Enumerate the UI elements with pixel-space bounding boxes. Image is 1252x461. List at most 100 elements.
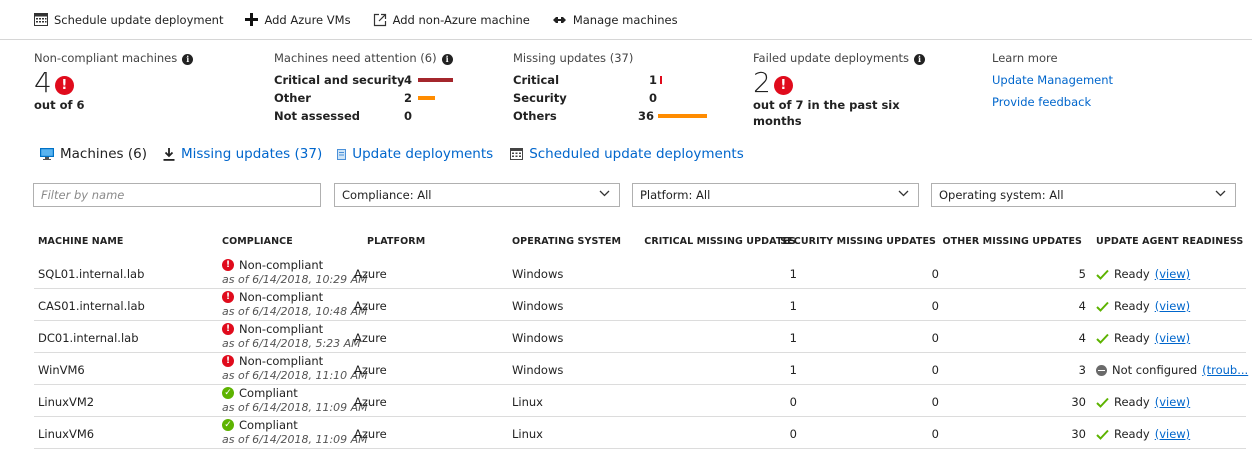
- other-missing-count: 30: [1071, 427, 1086, 441]
- failed-deployments-summary: Failed update deployments i 2! out of 7 i…: [753, 51, 925, 128]
- checkmark-icon: [1096, 397, 1109, 408]
- missing-row[interactable]: Critical 1: [513, 73, 723, 91]
- check-circle-icon: ✓: [222, 387, 234, 399]
- failed-deployments-title: Failed update deployments i: [753, 51, 925, 65]
- manage-machines-button[interactable]: Manage machines: [552, 13, 678, 27]
- agent-readiness: Ready (view): [1096, 395, 1190, 409]
- security-missing-count: 0: [931, 267, 939, 281]
- table-row[interactable]: DC01.internal.lab ! Non-compliant as of 6/1…: [34, 321, 1246, 353]
- column-header-compliance[interactable]: COMPLIANCE: [222, 236, 293, 247]
- other-missing-count: 4: [1078, 331, 1086, 345]
- security-missing-count: 0: [931, 363, 939, 377]
- checkmark-icon: [1096, 333, 1109, 344]
- download-icon: [163, 147, 175, 161]
- compliance-filter-dropdown[interactable]: Compliance: All: [334, 183, 620, 207]
- os-filter-dropdown[interactable]: Operating system: All: [931, 183, 1236, 207]
- chevron-down-icon: [599, 190, 610, 197]
- machine-name[interactable]: CAS01.internal.lab: [38, 299, 145, 313]
- provide-feedback-link[interactable]: Provide feedback: [992, 95, 1113, 109]
- os-value: Windows: [512, 299, 564, 313]
- column-header-platform[interactable]: PLATFORM: [367, 236, 425, 247]
- agent-readiness: Ready (view): [1096, 299, 1190, 313]
- attention-summary: Machines need attention (6) i Critical an…: [274, 51, 474, 131]
- critical-missing-count: 0: [789, 427, 797, 441]
- missing-bar: [660, 76, 662, 84]
- failed-deployments-count: 2!: [753, 68, 925, 98]
- platform-value: Azure: [354, 299, 387, 313]
- attention-bar: [418, 96, 435, 100]
- compliance-status: ! Non-compliant: [222, 290, 323, 304]
- info-icon[interactable]: i: [913, 54, 925, 65]
- noncompliant-title: Non-compliant machines i: [34, 51, 194, 65]
- checkmark-icon: [1096, 269, 1109, 280]
- platform-filter-dropdown[interactable]: Platform: All: [632, 183, 919, 207]
- compliance-timestamp: as of 6/14/2018, 10:48 AM: [222, 305, 368, 318]
- table-row[interactable]: LinuxVM6 ✓ Compliant as of 6/14/2018, 11:09…: [34, 417, 1246, 449]
- os-value: Linux: [512, 395, 543, 409]
- readiness-link[interactable]: (view): [1155, 299, 1190, 313]
- info-icon[interactable]: i: [182, 54, 194, 65]
- filter-name-placeholder: Filter by name: [41, 188, 125, 202]
- missing-row[interactable]: Others 36: [513, 109, 723, 127]
- readiness-link[interactable]: (view): [1155, 267, 1190, 281]
- machine-name[interactable]: LinuxVM6: [38, 427, 94, 441]
- readiness-link[interactable]: (troub...: [1202, 363, 1248, 377]
- table-row[interactable]: WinVM6 ! Non-compliant as of 6/14/2018, 11:…: [34, 353, 1248, 385]
- attention-row[interactable]: Critical and security 4: [274, 73, 474, 91]
- security-missing-count: 0: [931, 427, 939, 441]
- error-icon: !: [54, 75, 74, 95]
- calendar-icon: [34, 13, 48, 26]
- checkmark-icon: [1096, 429, 1109, 440]
- add-azure-vms-button[interactable]: Add Azure VMs: [245, 13, 351, 27]
- attention-row[interactable]: Other 2: [274, 91, 474, 109]
- update-management-link[interactable]: Update Management: [992, 73, 1113, 87]
- info-icon[interactable]: i: [441, 54, 453, 65]
- missing-updates-summary: Missing updates (37) Critical 1 Security…: [513, 51, 723, 131]
- table-row[interactable]: LinuxVM2 ✓ Compliant as of 6/14/2018, 11:09…: [34, 385, 1246, 417]
- missing-updates-title: Missing updates (37): [513, 51, 634, 65]
- other-missing-count: 30: [1071, 395, 1086, 409]
- os-value: Linux: [512, 427, 543, 441]
- machine-name[interactable]: LinuxVM2: [38, 395, 94, 409]
- other-missing-count: 3: [1078, 363, 1086, 377]
- table-row[interactable]: CAS01.internal.lab ! Non-compliant as of 6/…: [34, 289, 1246, 321]
- tab-update-deployments[interactable]: Update deployments: [337, 146, 493, 162]
- tab-scheduled-update-deployments[interactable]: Scheduled update deployments: [510, 146, 744, 162]
- column-header-agent-readiness[interactable]: UPDATE AGENT READINESS: [1096, 236, 1243, 247]
- compliance-status: ✓ Compliant: [222, 418, 298, 432]
- plus-icon: [245, 13, 259, 26]
- other-missing-count: 4: [1078, 299, 1086, 313]
- readiness-link[interactable]: (view): [1155, 331, 1190, 345]
- column-header-critical-missing[interactable]: CRITICAL MISSING UPDATES: [644, 236, 796, 247]
- attention-row[interactable]: Not assessed 0: [274, 109, 474, 127]
- compliance-status: ! Non-compliant: [222, 322, 323, 336]
- tab-missing-updates[interactable]: Missing updates (37): [163, 146, 322, 162]
- security-missing-count: 0: [931, 395, 939, 409]
- column-header-security-missing[interactable]: SECURITY MISSING UPDATES: [780, 236, 936, 247]
- compliance-filter-value: Compliance: All: [342, 188, 432, 202]
- readiness-link[interactable]: (view): [1155, 395, 1190, 409]
- schedule-update-deployment-button[interactable]: Schedule update deployment: [34, 13, 223, 27]
- column-header-other-missing[interactable]: OTHER MISSING UPDATES: [942, 236, 1082, 247]
- machine-icon: [40, 148, 54, 160]
- missing-bar: [658, 114, 707, 118]
- machine-name[interactable]: SQL01.internal.lab: [38, 267, 144, 281]
- noncompliant-sub: out of 6: [34, 98, 85, 112]
- external-link-icon: [373, 13, 386, 26]
- critical-missing-count: 1: [789, 299, 797, 313]
- tab-machines-label: Machines (6): [60, 146, 147, 162]
- add-non-azure-machine-button[interactable]: Add non-Azure machine: [373, 13, 530, 27]
- tab-machines[interactable]: Machines (6): [40, 146, 147, 162]
- machine-name[interactable]: WinVM6: [38, 363, 85, 377]
- machine-name[interactable]: DC01.internal.lab: [38, 331, 139, 345]
- readiness-label: Ready: [1114, 299, 1150, 313]
- table-row[interactable]: SQL01.internal.lab ! Non-compliant as of 6/…: [34, 257, 1246, 289]
- learn-more-title: Learn more: [992, 51, 1058, 65]
- readiness-link[interactable]: (view): [1155, 427, 1190, 441]
- column-header-machine-name[interactable]: MACHINE NAME: [38, 236, 123, 247]
- command-bar: Schedule update deployment Add Azure VMs…: [0, 0, 1252, 40]
- missing-row[interactable]: Security 0: [513, 91, 723, 109]
- readiness-label: Ready: [1114, 427, 1150, 441]
- column-header-operating-system[interactable]: OPERATING SYSTEM: [512, 236, 621, 247]
- filter-name-input[interactable]: Filter by name: [33, 183, 321, 207]
